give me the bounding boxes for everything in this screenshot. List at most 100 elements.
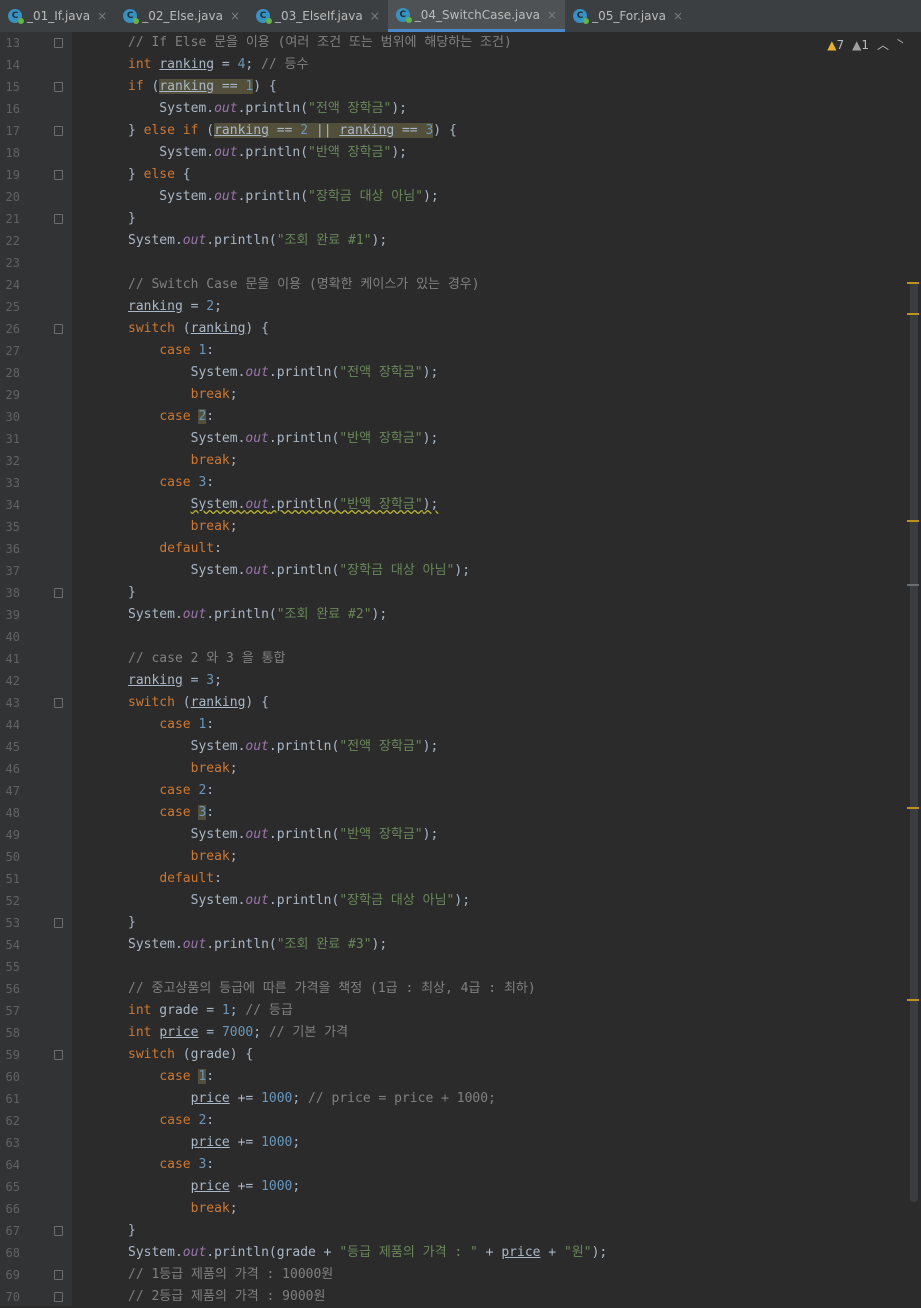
tab-03-elseif[interactable]: C _03_ElseIf.java ×: [248, 0, 388, 32]
code-text: case 2:: [159, 783, 215, 798]
close-icon[interactable]: ×: [97, 9, 107, 23]
code-line: 55: [0, 956, 900, 978]
line-number: 30: [5, 410, 20, 424]
scrollbar-thumb[interactable]: [910, 282, 918, 1202]
code-line: 24 // Switch Case 문을 이용 (명확한 케이스가 있는 경우): [0, 274, 900, 296]
fold-icon[interactable]: [54, 1226, 63, 1236]
line-number: 13: [5, 36, 20, 50]
code-text: System.out.println("전액 장학금");: [128, 101, 407, 116]
code-text: System.out.println("전액 장학금");: [128, 739, 439, 754]
code-line: 66 break;: [0, 1198, 900, 1220]
vertical-scrollbar[interactable]: [903, 32, 921, 1306]
code-text: } else if (ranking == 2 || ranking == 3)…: [128, 123, 457, 138]
code-line: 43 switch (ranking) {: [0, 692, 900, 714]
error-stripe-mark[interactable]: [907, 282, 919, 284]
tab-04-switchcase[interactable]: C _04_SwitchCase.java ×: [387, 0, 566, 32]
code-line: 22 System.out.println("조회 완료 #1");: [0, 230, 900, 252]
code-text: System.out.println("반액 장학금");: [128, 431, 439, 446]
code-line: 70 // 2등급 제품의 가격 : 9000원: [0, 1286, 900, 1308]
java-class-icon: C: [8, 9, 24, 24]
line-number: 16: [5, 102, 20, 116]
code-editor[interactable]: 13 // If Else 문을 이용 (여러 조건 또는 범위에 해당하는 조건…: [0, 32, 900, 1308]
code-line: 21}: [0, 208, 900, 230]
line-number: 35: [5, 520, 20, 534]
code-text: case 3:: [159, 805, 215, 820]
tab-01-if[interactable]: C _01_If.java ×: [0, 0, 115, 32]
code-text: case 3:: [159, 1157, 215, 1172]
line-number: 48: [5, 806, 20, 820]
fold-icon[interactable]: [54, 82, 63, 92]
code-text: System.out.println(grade + "등급 제품의 가격 : …: [128, 1245, 608, 1260]
close-icon[interactable]: ×: [547, 8, 557, 22]
error-stripe-mark[interactable]: [907, 584, 919, 586]
fold-icon[interactable]: [54, 126, 63, 136]
code-text: }: [128, 1223, 136, 1238]
line-number: 54: [5, 938, 20, 952]
line-number: 66: [5, 1202, 20, 1216]
line-number: 63: [5, 1136, 20, 1150]
line-number: 65: [5, 1180, 20, 1194]
code-text: System.out.println("조회 완료 #1");: [128, 233, 388, 248]
code-line: 69 // 1등급 제품의 가격 : 10000원: [0, 1264, 900, 1286]
code-text: System.out.println("장학금 대상 아님");: [128, 893, 471, 908]
code-text: ranking = 3;: [128, 673, 222, 688]
code-text: default:: [159, 541, 222, 556]
fold-icon[interactable]: [54, 324, 63, 334]
fold-icon[interactable]: [54, 1270, 63, 1280]
tab-05-for[interactable]: C _05_For.java ×: [565, 0, 691, 32]
code-line: 25 ranking = 2;: [0, 296, 900, 318]
code-line: 41 // case 2 와 3 을 통합: [0, 648, 900, 670]
line-number: 56: [5, 982, 20, 996]
code-text: }: [128, 211, 136, 226]
code-text: break;: [190, 387, 238, 402]
fold-icon[interactable]: [54, 38, 63, 48]
error-stripe-mark[interactable]: [907, 807, 919, 809]
code-line: 23: [0, 252, 900, 274]
close-icon[interactable]: ×: [673, 9, 683, 23]
fold-icon[interactable]: [54, 588, 63, 598]
code-text: System.out.println("반액 장학금");: [128, 827, 439, 842]
code-text: // If Else 문을 이용 (여러 조건 또는 범위에 해당하는 조건): [128, 35, 512, 50]
line-number: 47: [5, 784, 20, 798]
code-line: 51 default:: [0, 868, 900, 890]
code-text: int price = 7000; // 기본 가격: [128, 1025, 349, 1040]
error-stripe-mark[interactable]: [907, 520, 919, 522]
fold-icon[interactable]: [54, 1292, 63, 1302]
line-number: 22: [5, 234, 20, 248]
line-number: 67: [5, 1224, 20, 1238]
fold-icon[interactable]: [54, 1050, 63, 1060]
code-line: 28 System.out.println("전액 장학금");: [0, 362, 900, 384]
code-text: break;: [190, 1201, 238, 1216]
line-number: 20: [5, 190, 20, 204]
fold-icon[interactable]: [54, 698, 63, 708]
error-stripe-mark[interactable]: [907, 313, 919, 315]
tab-02-else[interactable]: C _02_Else.java ×: [115, 0, 248, 32]
code-line: 14 int ranking = 4; // 등수: [0, 54, 900, 76]
code-text: } else {: [128, 167, 191, 182]
close-icon[interactable]: ×: [370, 9, 380, 23]
code-line: 18 System.out.println("반액 장학금");: [0, 142, 900, 164]
code-line: 67}: [0, 1220, 900, 1242]
code-line: 30 case 2:: [0, 406, 900, 428]
code-text: // 2등급 제품의 가격 : 9000원: [128, 1289, 326, 1304]
code-text: System.out.println("조회 완료 #2");: [128, 607, 388, 622]
editor-tab-bar: C _01_If.java × C _02_Else.java × C _03_…: [0, 0, 921, 33]
fold-icon[interactable]: [54, 170, 63, 180]
line-number: 68: [5, 1246, 20, 1260]
code-line: 54 System.out.println("조회 완료 #3");: [0, 934, 900, 956]
code-line: 45 System.out.println("전액 장학금");: [0, 736, 900, 758]
line-number: 52: [5, 894, 20, 908]
code-text: System.out.println("장학금 대상 아님");: [128, 563, 471, 578]
code-text: }: [128, 915, 136, 930]
close-icon[interactable]: ×: [230, 9, 240, 23]
line-number: 34: [5, 498, 20, 512]
fold-icon[interactable]: [54, 214, 63, 224]
code-text: break;: [190, 453, 238, 468]
code-text: break;: [190, 519, 238, 534]
code-line: 16 System.out.println("전액 장학금");: [0, 98, 900, 120]
fold-icon[interactable]: [54, 918, 63, 928]
code-text: default:: [159, 871, 222, 886]
code-text: System.out.println("전액 장학금");: [128, 365, 439, 380]
error-stripe-mark[interactable]: [907, 999, 919, 1001]
line-number: 27: [5, 344, 20, 358]
